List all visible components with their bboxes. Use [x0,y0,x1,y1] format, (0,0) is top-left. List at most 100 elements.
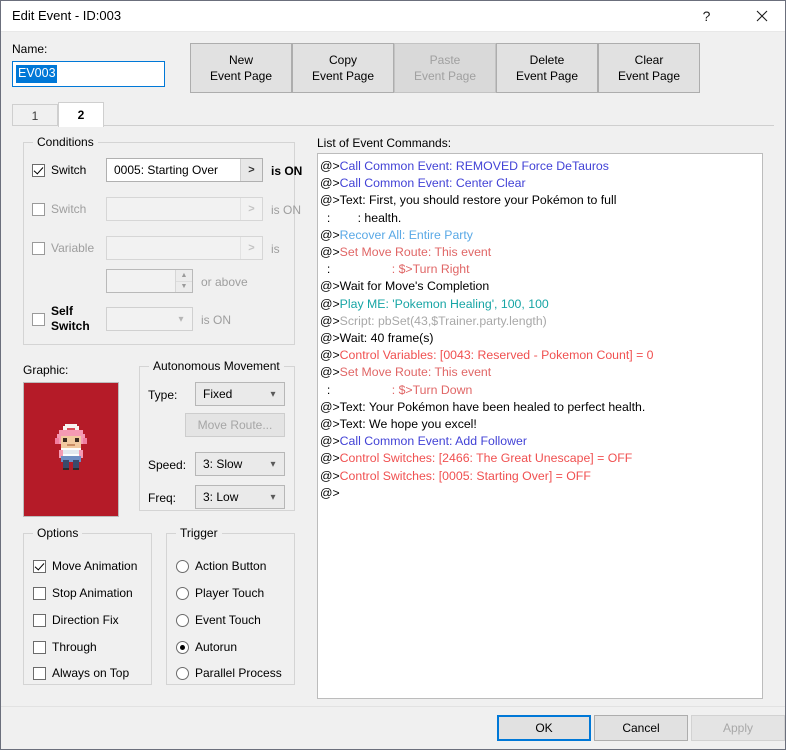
clear-event-page-button[interactable]: Clear Event Page [598,43,700,93]
stepper-down-icon[interactable]: ▼ [176,281,192,292]
command-line[interactable]: @>Control Variables: [0043: Reserved - P… [320,347,762,364]
parallel-process-radio[interactable] [176,666,189,680]
command-line[interactable]: : : $>Turn Down [320,382,762,399]
option-move-animation[interactable]: Move Animation [33,559,137,573]
option-stop-animation[interactable]: Stop Animation [33,586,133,600]
chevron-down-icon[interactable]: ▾ [262,459,284,470]
command-line[interactable]: : : health. [320,210,762,227]
command-line[interactable]: @>Text: We hope you excel! [320,416,762,433]
variable-value-stepper[interactable]: ▲ ▼ [106,269,193,293]
tab-page-2[interactable]: 2 [58,102,104,127]
command-line[interactable]: @>Set Move Route: This event [320,244,762,261]
variable-checkbox[interactable] [32,241,45,255]
self-switch-suffix: is ON [201,313,231,327]
command-prefix: @> [320,296,340,311]
option-direction-fix[interactable]: Direction Fix [33,613,119,627]
stepper-buttons[interactable]: ▲ ▼ [175,270,192,292]
command-line[interactable]: @>Call Common Event: Add Follower [320,433,762,450]
command-line[interactable]: @>Set Move Route: This event [320,364,762,381]
autorun-radio[interactable] [176,640,189,654]
stepper-up-icon[interactable]: ▲ [176,270,192,282]
close-button[interactable] [739,1,784,31]
new-event-page-button[interactable]: New Event Page [190,43,292,93]
freq-combo[interactable]: 3: Low ▾ [195,485,285,509]
command-prefix: @> [320,417,340,432]
variable-suffix: is [271,242,280,256]
speed-combo[interactable]: 3: Slow ▾ [195,452,285,476]
trigger-action-button[interactable]: Action Button [176,559,266,573]
command-text: Text: We hope you excel! [339,417,477,432]
ok-button[interactable]: OK [497,715,591,741]
switch1-value: 0005: Starting Over [114,163,219,177]
condition-self-switch-checkbox-row[interactable]: Self Switch [32,304,90,334]
command-line[interactable]: @>Script: pbSet(43,$Trainer.party.length… [320,313,762,330]
trigger-label: Parallel Process [195,666,282,680]
command-line[interactable]: @>Text: First, you should restore your P… [320,192,762,209]
event-page-tabs: 1 2 [12,102,774,127]
command-prefix: : [320,382,331,397]
action-button-radio[interactable] [176,559,189,573]
condition-switch1-checkbox-row[interactable]: Switch [32,163,86,177]
through-checkbox[interactable] [33,640,46,654]
switch2-checkbox[interactable] [32,202,45,216]
type-combo[interactable]: Fixed ▾ [195,382,285,406]
event-touch-radio[interactable] [176,613,189,627]
help-button[interactable]: ? [684,1,729,31]
command-line[interactable]: : : $>Turn Right [320,261,762,278]
command-line[interactable]: @>Play ME: 'Pokemon Healing', 100, 100 [320,296,762,313]
player-touch-radio[interactable] [176,586,189,600]
copy-event-page-button[interactable]: Copy Event Page [292,43,394,93]
button-line-2: Event Page [515,69,579,83]
trigger-event-touch[interactable]: Event Touch [176,613,261,627]
stop-animation-checkbox[interactable] [33,586,46,600]
edit-event-dialog: Edit Event - ID:003 ? Name: EV003 New Ev… [0,0,786,750]
conditions-legend: Conditions [33,135,98,149]
graphic-preview[interactable] [23,382,119,517]
switch2-suffix: is ON [271,203,301,217]
command-line[interactable]: @>Control Switches: [0005: Starting Over… [320,468,762,485]
command-text: Call Common Event: Center Clear [339,176,526,191]
command-line[interactable]: @>Call Common Event: Center Clear [320,175,762,192]
direction-fix-checkbox[interactable] [33,613,46,627]
self-switch-checkbox[interactable] [32,313,45,326]
command-line[interactable]: @> [320,485,762,502]
delete-event-page-button[interactable]: Delete Event Page [496,43,598,93]
trigger-parallel-process[interactable]: Parallel Process [176,666,282,680]
tab-page-1[interactable]: 1 [12,104,58,126]
name-input-value: EV003 [16,65,57,83]
chevron-down-icon[interactable]: ▾ [262,492,284,503]
command-line[interactable]: @>Text: Your Pokémon have been healed to… [320,399,762,416]
command-prefix: @> [320,245,340,260]
trigger-label: Event Touch [195,613,261,627]
chevron-down-icon[interactable]: ▾ [262,389,284,400]
command-prefix: @> [320,451,340,466]
command-line[interactable]: @>Control Switches: [2466: The Great Une… [320,450,762,467]
speed-label: Speed: [148,458,187,472]
event-command-list[interactable]: @>Call Common Event: REMOVED Force DeTau… [317,153,763,699]
move-animation-checkbox[interactable] [33,559,46,573]
trigger-label: Player Touch [195,586,265,600]
command-line[interactable]: @>Recover All: Entire Party [320,227,762,244]
name-input[interactable]: EV003 [12,61,165,87]
condition-switch2-checkbox-row[interactable]: Switch [32,202,86,216]
command-text: Script: pbSet(43,$Trainer.party.length) [339,313,547,328]
chevron-right-icon[interactable]: > [240,159,262,181]
condition-variable-checkbox-row[interactable]: Variable [32,241,94,255]
command-line[interactable]: @>Wait for Move's Completion [320,278,762,295]
variable-value-input[interactable] [107,270,175,292]
switch1-checkbox[interactable] [32,163,45,177]
button-line-1: Copy [328,53,357,67]
button-line-1: Clear [634,53,664,67]
trigger-autorun[interactable]: Autorun [176,640,237,654]
command-line[interactable]: @>Call Common Event: REMOVED Force DeTau… [320,158,762,175]
switch1-label: Switch [51,163,87,177]
trigger-player-touch[interactable]: Player Touch [176,586,264,600]
command-line[interactable]: @>Wait: 40 frame(s) [320,330,762,347]
cancel-button[interactable]: Cancel [594,715,688,741]
switch1-select[interactable]: 0005: Starting Over > [106,158,263,182]
button-line-1: New [228,53,253,67]
always-on-top-checkbox[interactable] [33,666,46,680]
speed-value: 3: Slow [203,457,243,471]
option-always-on-top[interactable]: Always on Top [33,666,129,680]
option-through[interactable]: Through [33,640,97,654]
